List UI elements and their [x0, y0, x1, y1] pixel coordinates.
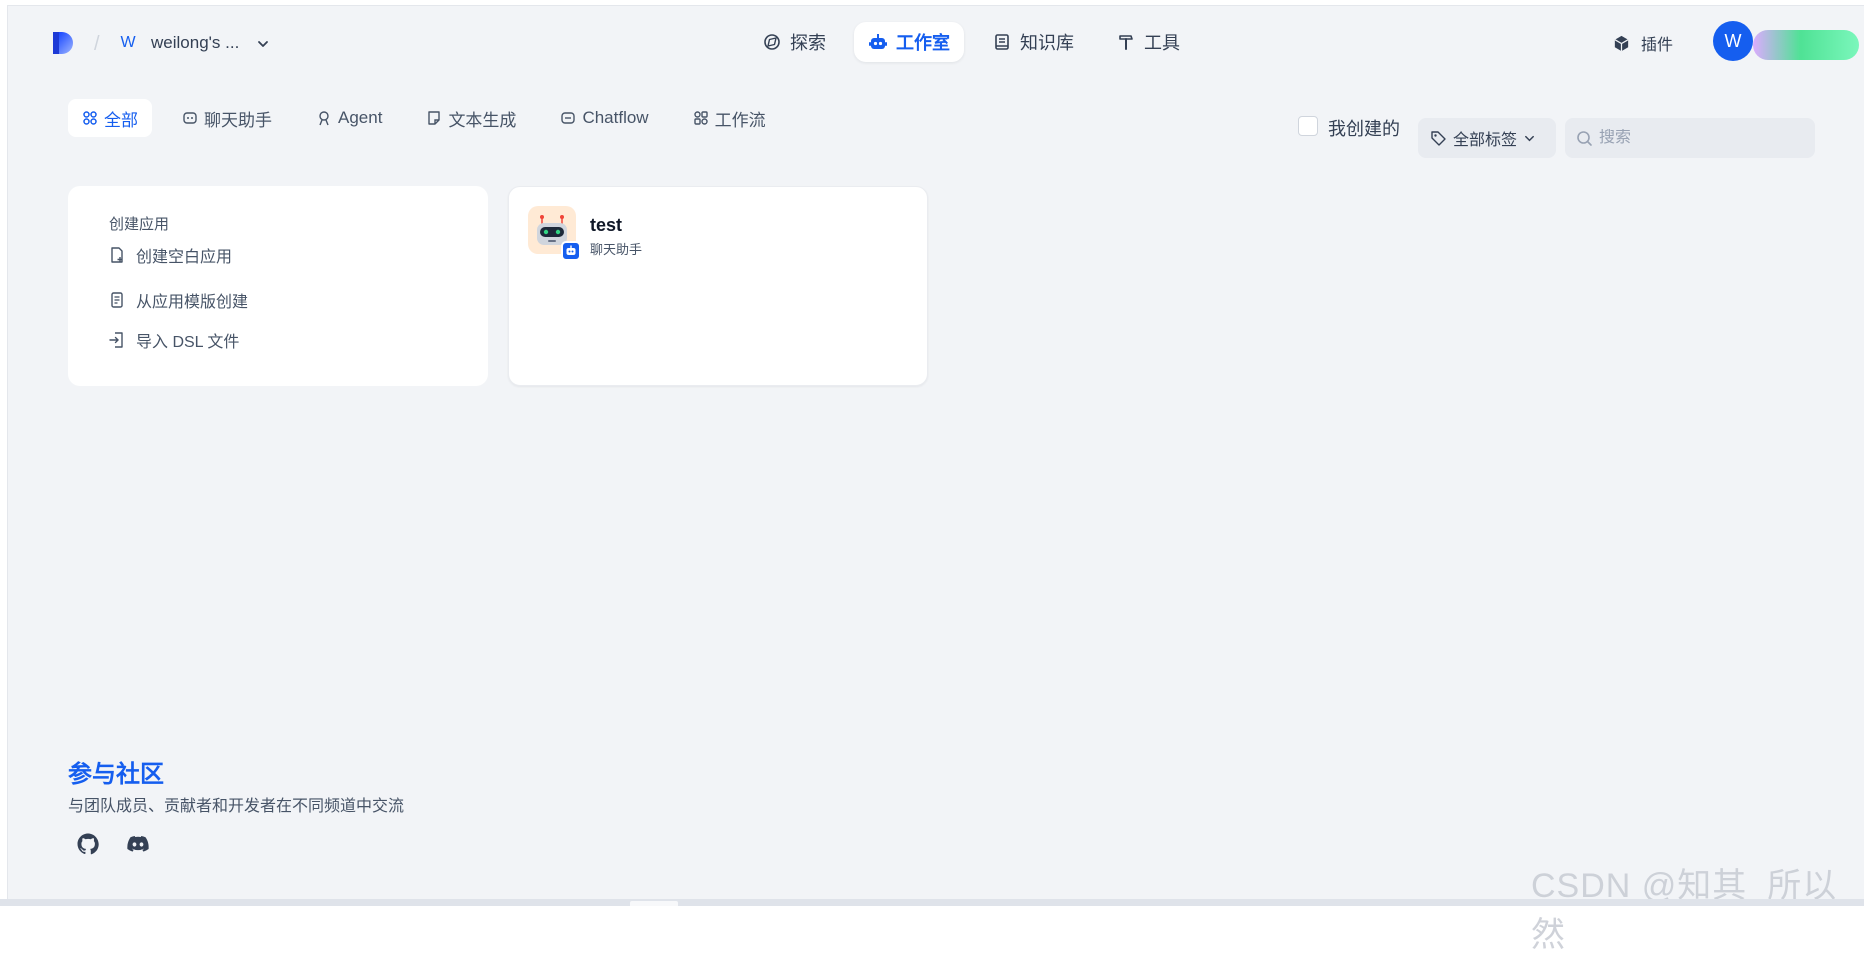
app-type: 聊天助手 — [590, 242, 643, 257]
cube-icon — [1614, 35, 1629, 51]
workspace-avatar[interactable]: W — [117, 32, 139, 54]
taskbar-tab[interactable] — [630, 901, 678, 906]
import-icon — [109, 332, 123, 348]
tab-chat-assistant-label: 聊天助手 — [204, 110, 272, 130]
template-icon — [111, 292, 123, 308]
hammer-icon — [1119, 35, 1133, 50]
nav-explore[interactable]: 探索 — [748, 22, 840, 62]
tab-text-generation-label: 文本生成 — [448, 110, 517, 130]
app-window: / W weilong's ... 探索 工作室 知识库 工具 插件 W 全部 … — [7, 5, 1864, 954]
main-nav: 探索 工作室 知识库 工具 — [748, 22, 1194, 62]
workflow-icon — [693, 111, 708, 125]
tab-agent[interactable]: Agent — [302, 99, 396, 137]
create-app-title: 创建应用 — [109, 216, 170, 233]
app-type-tabs: 全部 聊天助手 Agent 文本生成 Chatflow 工作流 — [68, 99, 780, 137]
created-by-me-checkbox[interactable] — [1298, 116, 1318, 136]
nav-studio[interactable]: 工作室 — [854, 22, 964, 62]
workspace-name[interactable]: weilong's ... — [151, 33, 239, 53]
create-app-card: 创建应用 创建空白应用 从应用模版创建 导入 DSL 文件 — [68, 186, 488, 386]
nav-explore-label: 探索 — [790, 33, 826, 53]
plugins-label: 插件 — [1641, 37, 1674, 54]
community-description: 与团队成员、贡献者和开发者在不同频道中交流 — [68, 798, 405, 815]
agent-icon — [319, 111, 329, 126]
tab-agent-label: Agent — [338, 108, 383, 127]
community-title: 参与社区 — [68, 761, 164, 788]
tag-filter-dropdown[interactable]: 全部标签 — [1418, 118, 1556, 158]
tab-chat-assistant[interactable]: 聊天助手 — [168, 99, 286, 137]
created-by-me-label[interactable]: 我创建的 — [1328, 115, 1400, 141]
tab-workflow-label: 工作流 — [714, 110, 766, 130]
tab-all[interactable]: 全部 — [68, 99, 152, 137]
file-plus-icon — [111, 247, 123, 263]
discord-icon[interactable] — [126, 832, 150, 856]
tab-workflow[interactable]: 工作流 — [679, 99, 780, 137]
tag-filter-label: 全部标签 — [1453, 132, 1518, 149]
tab-chatflow[interactable]: Chatflow — [546, 99, 662, 137]
create-blank-app-label: 创建空白应用 — [136, 249, 233, 266]
create-from-template-button[interactable]: 从应用模版创建 — [108, 289, 248, 311]
top-header: / W weilong's ... 探索 工作室 知识库 工具 插件 W — [8, 6, 1864, 76]
tag-icon — [1431, 130, 1446, 146]
grid-icon — [83, 111, 97, 125]
search-input[interactable] — [1599, 129, 1799, 147]
nav-studio-label: 工作室 — [896, 33, 950, 53]
chat-assistant-badge-icon — [561, 241, 581, 261]
nav-tools-label: 工具 — [1144, 33, 1180, 53]
plugins-button[interactable]: 插件 — [1612, 30, 1673, 56]
nav-knowledge-label: 知识库 — [1020, 33, 1074, 53]
dify-logo-icon[interactable] — [51, 30, 75, 56]
tab-chatflow-label: Chatflow — [582, 108, 649, 127]
user-avatar[interactable]: W — [1713, 21, 1753, 61]
compass-icon — [764, 34, 780, 50]
user-menu-redacted[interactable] — [1753, 30, 1859, 60]
chatflow-icon — [561, 112, 576, 124]
app-card-test[interactable]: test 聊天助手 — [508, 186, 928, 386]
nav-tools[interactable]: 工具 — [1102, 22, 1194, 62]
create-from-template-label: 从应用模版创建 — [136, 294, 249, 311]
book-icon — [995, 34, 1009, 50]
import-dsl-button[interactable]: 导入 DSL 文件 — [108, 329, 239, 351]
search-icon — [1577, 130, 1592, 146]
app-name: test — [590, 215, 623, 235]
csdn-watermark: CSDN @知其_所以然 — [1531, 867, 1838, 954]
document-icon — [428, 111, 441, 125]
taskbar-strip — [0, 899, 1864, 906]
search-box[interactable] — [1565, 118, 1815, 158]
create-blank-app-button[interactable]: 创建空白应用 — [108, 244, 232, 266]
tab-all-label: 全部 — [104, 110, 138, 130]
github-icon[interactable] — [76, 832, 100, 856]
chat-icon — [183, 112, 197, 124]
chevron-down-icon[interactable] — [256, 37, 270, 51]
import-dsl-label: 导入 DSL 文件 — [136, 334, 240, 351]
tab-text-generation[interactable]: 文本生成 — [412, 99, 530, 137]
nav-knowledge[interactable]: 知识库 — [978, 22, 1088, 62]
breadcrumb-separator: / — [94, 33, 100, 55]
robot-icon — [869, 34, 887, 49]
chevron-down-icon — [1525, 135, 1534, 141]
